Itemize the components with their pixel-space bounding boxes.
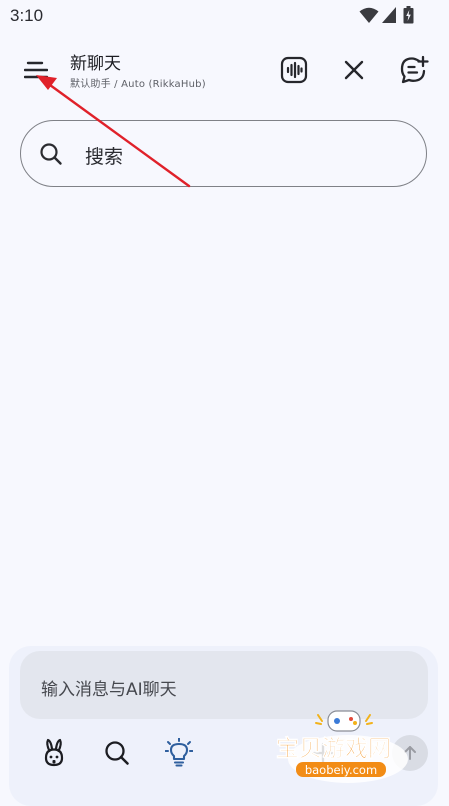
reasoning-toggle[interactable] bbox=[161, 735, 197, 771]
new-chat-icon bbox=[400, 55, 429, 84]
page-title: 新聊天 bbox=[70, 54, 121, 74]
watermark-logo: 宝贝游戏网 baobeiy.com bbox=[276, 710, 408, 783]
watermark-text: 宝贝游戏网 bbox=[276, 735, 391, 762]
voice-button[interactable] bbox=[276, 52, 312, 88]
voice-wave-icon bbox=[280, 56, 308, 84]
menu-button[interactable] bbox=[18, 52, 54, 88]
close-button[interactable] bbox=[336, 52, 372, 88]
search-input[interactable]: 搜索 bbox=[20, 120, 427, 187]
web-search-toggle[interactable] bbox=[99, 735, 135, 771]
model-subtitle[interactable]: 默认助手 / Auto (RikkaHub) bbox=[70, 75, 206, 90]
signal-icon bbox=[382, 7, 396, 23]
status-time: 3:10 bbox=[10, 6, 44, 25]
rabbit-icon bbox=[44, 738, 64, 767]
watermark-url: baobeiy.com bbox=[305, 763, 377, 777]
search-icon bbox=[105, 741, 129, 765]
close-icon bbox=[344, 60, 364, 80]
assistant-button[interactable] bbox=[36, 735, 72, 771]
wifi-icon bbox=[359, 7, 379, 23]
new-chat-button[interactable] bbox=[396, 52, 432, 88]
message-placeholder: 输入消息与AI聊天 bbox=[41, 680, 177, 700]
search-placeholder: 搜索 bbox=[85, 146, 124, 168]
menu-icon bbox=[24, 61, 48, 79]
battery-icon bbox=[403, 6, 414, 24]
search-icon bbox=[40, 143, 62, 165]
lightbulb-icon bbox=[165, 738, 193, 767]
